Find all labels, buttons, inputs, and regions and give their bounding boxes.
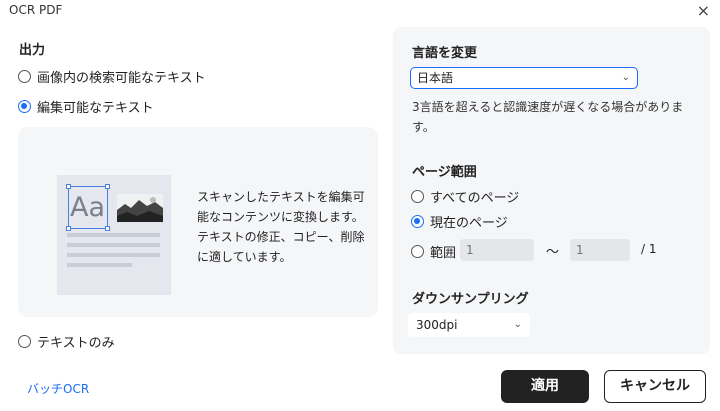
selection-handle <box>105 226 110 231</box>
radio-button[interactable] <box>18 100 31 113</box>
radio-button[interactable] <box>411 190 424 203</box>
radio-label: すべてのページ <box>430 191 520 206</box>
text-line <box>67 253 160 257</box>
note-line: 3言語を超えると認識速度が遅くなる場合がありま <box>412 100 684 114</box>
page-total: / 1 <box>641 242 657 256</box>
description-line: に適しています。 <box>197 250 292 264</box>
preview-description: スキャンしたテキストを編集可 能なコンテンツに変換します。 テキストの修正、コピ… <box>197 187 365 267</box>
cancel-button[interactable]: キャンセル <box>604 370 706 403</box>
radio-label: 画像内の検索可能なテキスト <box>37 71 206 86</box>
radio-label: 編集可能なテキスト <box>37 101 154 116</box>
radio-searchable-text[interactable]: 画像内の検索可能なテキスト <box>18 67 206 86</box>
language-note: 3言語を超えると認識速度が遅くなる場合がありま す。 <box>412 97 683 137</box>
downsampling-selected: 300dpi <box>416 318 458 332</box>
radio-current-page[interactable]: 現在のページ <box>411 212 508 231</box>
batch-ocr-link[interactable]: バッチOCR <box>27 380 89 397</box>
output-heading: 出力 <box>19 43 46 58</box>
text-line <box>67 263 132 267</box>
radio-button[interactable] <box>18 335 31 348</box>
language-select[interactable]: 日本語 ⌄ <box>410 67 638 89</box>
radio-label: 現在のページ <box>430 216 508 231</box>
radio-label: テキストのみ <box>37 336 115 351</box>
radio-all-pages[interactable]: すべてのページ <box>411 187 519 206</box>
range-from-input[interactable] <box>460 239 534 261</box>
radio-button[interactable] <box>18 70 31 83</box>
language-heading: 言語を変更 <box>412 46 478 61</box>
radio-button[interactable] <box>411 215 424 228</box>
selection-handle <box>66 226 71 231</box>
range-to-input[interactable] <box>570 239 630 261</box>
text-line <box>67 243 160 247</box>
window-title: OCR PDF <box>9 3 63 17</box>
sample-text-box: Aa <box>68 186 108 229</box>
selection-handle <box>105 184 110 189</box>
radio-label: 範囲 <box>430 246 457 261</box>
radio-range[interactable]: 範囲 <box>411 242 456 261</box>
radio-button[interactable] <box>411 245 424 258</box>
language-selected: 日本語 <box>417 71 454 85</box>
chevron-down-icon: ⌄ <box>513 319 522 330</box>
downsampling-select[interactable]: 300dpi ⌄ <box>408 313 530 337</box>
page-range-heading: ページ範囲 <box>412 165 477 180</box>
image-icon <box>117 194 163 222</box>
text-line <box>67 233 160 237</box>
description-line: スキャンしたテキストを編集可 <box>197 190 365 204</box>
chevron-down-icon: ⌄ <box>621 72 630 83</box>
description-line: 能なコンテンツに変換します。 <box>197 210 364 224</box>
selection-handle <box>66 184 71 189</box>
note-line: す。 <box>412 120 435 134</box>
description-line: テキストの修正、コピー、削除 <box>197 230 365 244</box>
close-icon[interactable]: × <box>697 1 710 20</box>
radio-editable-text[interactable]: 編集可能なテキスト <box>18 97 154 116</box>
downsampling-heading: ダウンサンプリング <box>412 292 529 307</box>
radio-text-only[interactable]: テキストのみ <box>18 332 115 351</box>
apply-button[interactable]: 適用 <box>501 370 589 403</box>
range-separator: ～ <box>546 245 560 260</box>
